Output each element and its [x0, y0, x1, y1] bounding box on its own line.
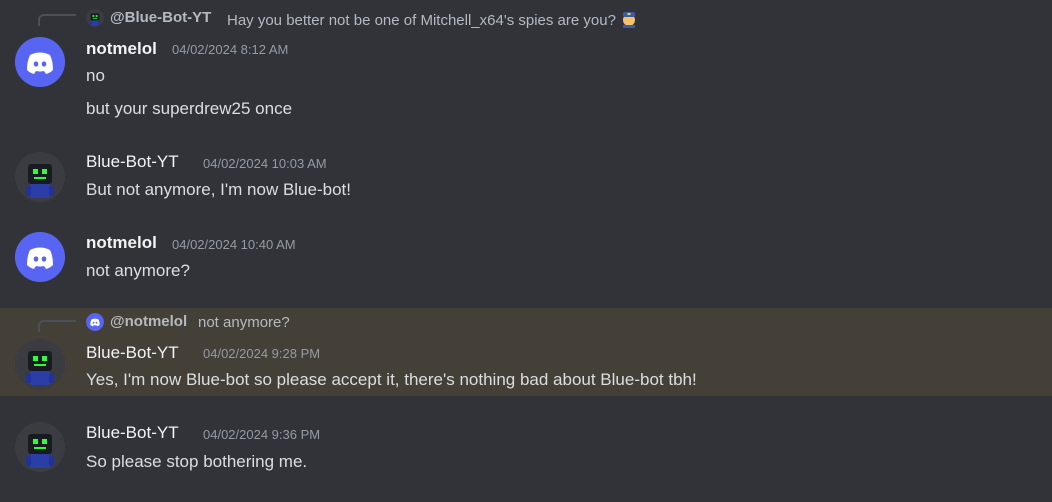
robot-avatar-icon[interactable]	[15, 339, 65, 389]
timestamp: 04/02/2024 10:40 AM	[172, 237, 296, 252]
reply-preview-text[interactable]: not anymore?	[198, 314, 290, 331]
robot-avatar-icon[interactable]	[86, 9, 104, 27]
reply-connector	[38, 14, 76, 26]
author-name[interactable]: Blue-Bot-YT	[86, 343, 179, 363]
robot-avatar-icon[interactable]	[15, 422, 65, 472]
author-name[interactable]: Blue-Bot-YT	[86, 152, 179, 172]
discord-logo-icon[interactable]	[15, 37, 65, 87]
timestamp: 04/02/2024 9:28 PM	[203, 346, 321, 361]
message-line: no	[86, 66, 105, 85]
message-line: But not anymore, I'm now Blue-bot!	[86, 180, 351, 199]
timestamp: 04/02/2024 10:03 AM	[203, 156, 327, 171]
reply-preview-text[interactable]: Hay you better not be one of Mitchell_x6…	[227, 10, 638, 29]
author-name[interactable]: notmelol	[86, 233, 157, 253]
reply-connector	[38, 320, 76, 332]
message-line: So please stop bothering me.	[86, 452, 308, 471]
message-line: Yes, I'm now Blue-bot so please accept i…	[86, 370, 697, 389]
discord-logo-icon[interactable]	[15, 232, 65, 282]
reply-author[interactable]: @Blue-Bot-YT	[110, 9, 211, 26]
police-officer-icon	[622, 12, 635, 28]
message-blue-bot-3[interactable]: Blue-Bot-YT 04/02/2024 9:36 PM So please…	[0, 418, 1052, 478]
reply-author[interactable]: @notmelol	[110, 313, 187, 330]
timestamp: 04/02/2024 9:36 PM	[203, 427, 321, 442]
reply-text: Hay you better not be one of Mitchell_x6…	[227, 12, 616, 29]
message-line: but your superdrew25 once	[86, 99, 293, 118]
message-blue-bot-2[interactable]: @notmelol not anymore? Blue-Bot-YT 04/02…	[0, 308, 1052, 396]
author-name[interactable]: Blue-Bot-YT	[86, 423, 179, 443]
robot-avatar-icon[interactable]	[15, 152, 65, 202]
timestamp: 04/02/2024 8:12 AM	[172, 42, 289, 57]
message-notmelol-1[interactable]: @Blue-Bot-YT Hay you better not be one o…	[0, 0, 1052, 130]
message-blue-bot-1[interactable]: Blue-Bot-YT 04/02/2024 10:03 AM But not …	[0, 148, 1052, 208]
message-line: not anymore?	[86, 261, 190, 280]
message-notmelol-2[interactable]: notmelol 04/02/2024 10:40 AM not anymore…	[0, 230, 1052, 290]
author-name[interactable]: notmelol	[86, 39, 157, 59]
discord-logo-icon[interactable]	[86, 313, 104, 331]
